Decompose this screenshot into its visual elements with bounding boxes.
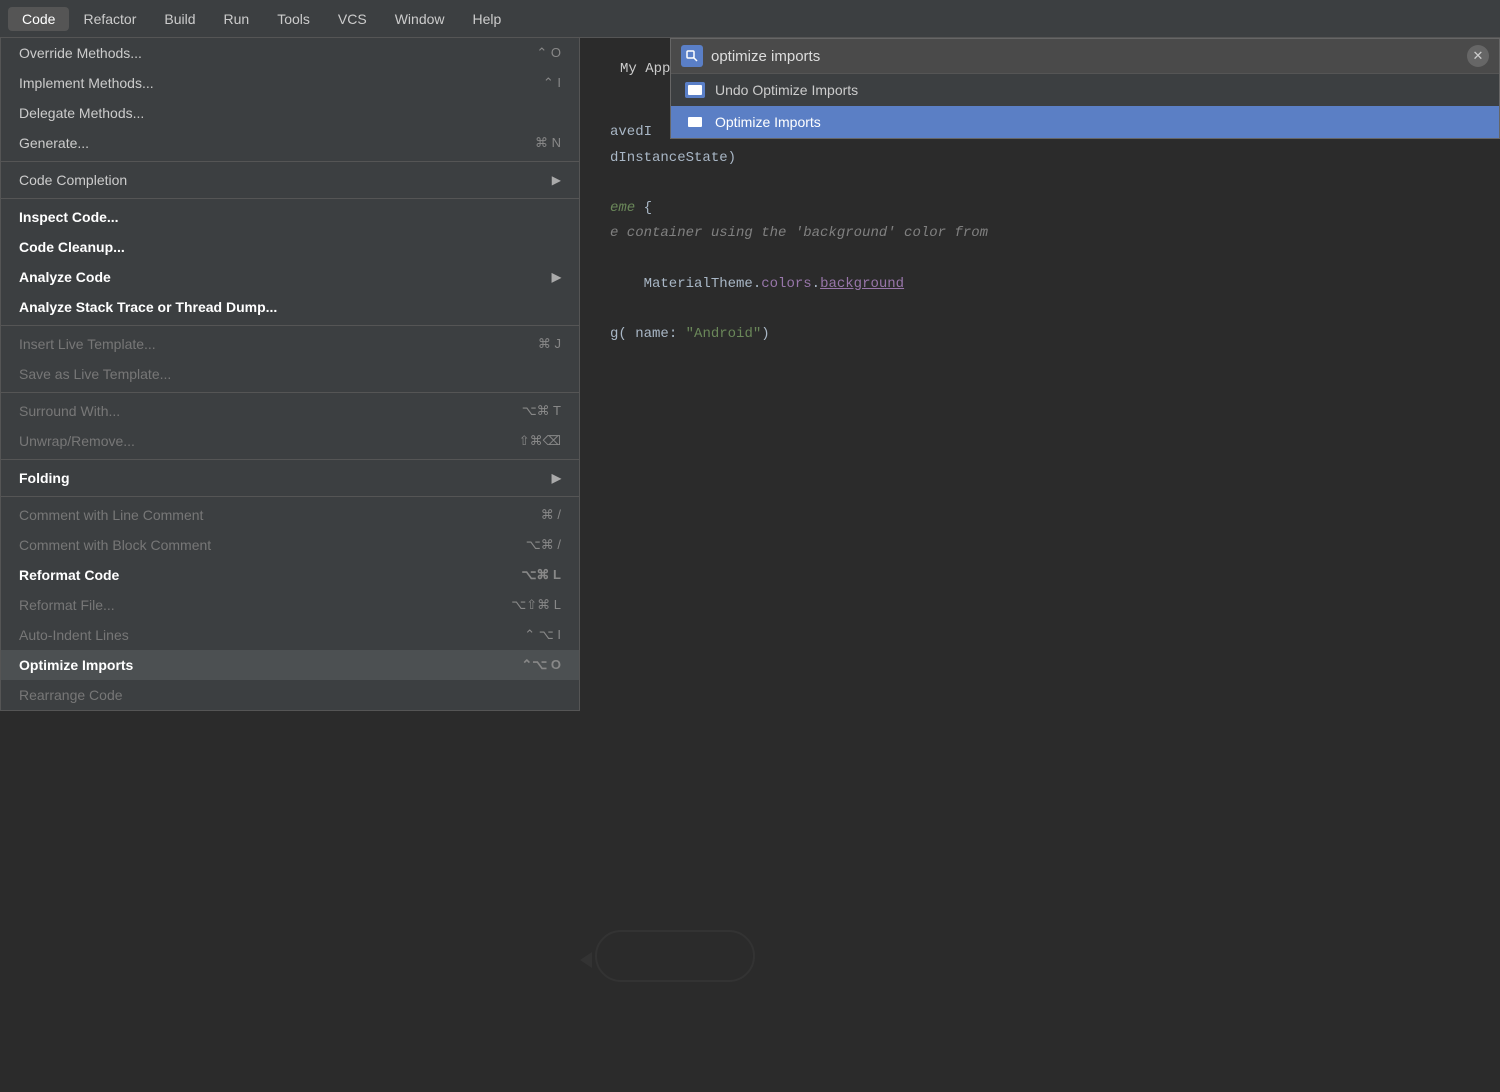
tooltip-box <box>595 930 755 982</box>
menu-save-live-template-label: Save as Live Template... <box>19 366 171 382</box>
menu-unwrap-remove-shortcut: ⇧⌘⌫ <box>519 433 561 449</box>
menu-comment-line-shortcut: ⌘ / <box>541 507 561 523</box>
search-close-button[interactable]: ✕ <box>1467 45 1489 67</box>
menu-comment-block-shortcut: ⌥⌘ / <box>526 537 561 553</box>
editor-line-4: eme { <box>610 196 1470 221</box>
search-result-undo-optimize-imports[interactable]: Undo Optimize Imports <box>671 74 1499 106</box>
editor-line-6 <box>610 246 1470 271</box>
menu-optimize-imports-label: Optimize Imports <box>19 657 133 673</box>
menu-rearrange-code-label: Rearrange Code <box>19 687 123 703</box>
search-magnifier-icon <box>686 50 698 62</box>
menubar-refactor[interactable]: Refactor <box>69 7 150 31</box>
menu-analyze-code-label: Analyze Code <box>19 269 111 285</box>
menubar-window[interactable]: Window <box>381 7 459 31</box>
result-icon-optimize-inner <box>688 117 702 127</box>
menu-analyze-stack-trace[interactable]: Analyze Stack Trace or Thread Dump... <box>1 292 579 322</box>
menu-inspect-code-label: Inspect Code... <box>19 209 119 225</box>
code-menu-dropdown: Override Methods... ⌃ O Implement Method… <box>0 38 580 711</box>
editor-line-3 <box>610 171 1470 196</box>
menu-override-methods[interactable]: Override Methods... ⌃ O <box>1 38 579 68</box>
menu-reformat-file-shortcut: ⌥⇧⌘ L <box>511 597 561 613</box>
separator-5 <box>1 459 579 460</box>
menu-optimize-imports-shortcut: ⌃⌥ O <box>521 657 561 673</box>
menu-generate-shortcut: ⌘ N <box>535 135 561 151</box>
menu-reformat-code[interactable]: Reformat Code ⌥⌘ L <box>1 560 579 590</box>
menu-generate[interactable]: Generate... ⌘ N <box>1 128 579 158</box>
menu-insert-live-template-label: Insert Live Template... <box>19 336 156 352</box>
menu-save-live-template[interactable]: Save as Live Template... <box>1 359 579 389</box>
menu-implement-methods-label: Implement Methods... <box>19 75 154 91</box>
menu-implement-methods-shortcut: ⌃ I <box>543 75 561 91</box>
folding-arrow-icon: ▶ <box>552 471 561 485</box>
menubar-help[interactable]: Help <box>459 7 516 31</box>
menu-inspect-code[interactable]: Inspect Code... <box>1 202 579 232</box>
menubar-build[interactable]: Build <box>150 7 209 31</box>
menu-auto-indent-shortcut: ⌃ ⌥ I <box>524 627 561 643</box>
menu-insert-live-template[interactable]: Insert Live Template... ⌘ J <box>1 329 579 359</box>
editor-line-7: MaterialTheme.colors.background <box>610 272 1470 297</box>
editor-code: avedI dInstanceState) eme { e container … <box>610 120 1470 347</box>
menu-override-methods-label: Override Methods... <box>19 45 142 61</box>
result-icon-undo-inner <box>688 85 702 95</box>
separator-3 <box>1 325 579 326</box>
search-prefix-icon <box>681 45 703 67</box>
menu-surround-with-label: Surround With... <box>19 403 120 419</box>
menu-comment-block-label: Comment with Block Comment <box>19 537 211 553</box>
editor-line-8 <box>610 297 1470 322</box>
menu-insert-live-template-shortcut: ⌘ J <box>538 336 561 352</box>
search-result-optimize-label: Optimize Imports <box>715 114 821 130</box>
menu-rearrange-code[interactable]: Rearrange Code <box>1 680 579 710</box>
menu-comment-line-label: Comment with Line Comment <box>19 507 203 523</box>
menu-surround-with-shortcut: ⌥⌘ T <box>522 403 561 419</box>
search-result-optimize-imports[interactable]: Optimize Imports <box>671 106 1499 138</box>
menu-auto-indent-label: Auto-Indent Lines <box>19 627 129 643</box>
menu-code-completion-label: Code Completion <box>19 172 127 188</box>
result-icon-undo <box>685 82 705 98</box>
menu-auto-indent[interactable]: Auto-Indent Lines ⌃ ⌥ I <box>1 620 579 650</box>
code-completion-arrow-icon: ▶ <box>552 173 561 187</box>
menu-analyze-stack-trace-label: Analyze Stack Trace or Thread Dump... <box>19 299 277 315</box>
menu-reformat-file-label: Reformat File... <box>19 597 115 613</box>
separator-6 <box>1 496 579 497</box>
menu-code-completion[interactable]: Code Completion ▶ <box>1 165 579 195</box>
menu-code-cleanup[interactable]: Code Cleanup... <box>1 232 579 262</box>
menu-unwrap-remove[interactable]: Unwrap/Remove... ⇧⌘⌫ <box>1 426 579 456</box>
menu-code-cleanup-label: Code Cleanup... <box>19 239 125 255</box>
separator-4 <box>1 392 579 393</box>
menubar: Code Refactor Build Run Tools VCS Window… <box>0 0 1500 38</box>
menubar-tools[interactable]: Tools <box>263 7 324 31</box>
menu-reformat-code-label: Reformat Code <box>19 567 119 583</box>
menu-surround-with[interactable]: Surround With... ⌥⌘ T <box>1 396 579 426</box>
menu-override-methods-shortcut: ⌃ O <box>536 45 561 61</box>
menu-folding[interactable]: Folding ▶ <box>1 463 579 493</box>
search-result-undo-label: Undo Optimize Imports <box>715 82 858 98</box>
menu-comment-line[interactable]: Comment with Line Comment ⌘ / <box>1 500 579 530</box>
menu-folding-label: Folding <box>19 470 70 486</box>
menu-reformat-code-shortcut: ⌥⌘ L <box>521 567 561 583</box>
menu-reformat-file[interactable]: Reformat File... ⌥⇧⌘ L <box>1 590 579 620</box>
separator-1 <box>1 161 579 162</box>
menubar-run[interactable]: Run <box>210 7 264 31</box>
result-icon-optimize <box>685 114 705 130</box>
analyze-code-arrow-icon: ▶ <box>552 270 561 284</box>
menu-generate-label: Generate... <box>19 135 89 151</box>
editor-line-9: g( name: "Android") <box>610 322 1470 347</box>
editor-line-2: dInstanceState) <box>610 146 1470 171</box>
search-input[interactable] <box>711 48 1467 65</box>
search-overlay: ✕ Undo Optimize Imports Optimize Imports <box>670 38 1500 139</box>
editor-line-5: e container using the 'background' color… <box>610 221 1470 246</box>
menu-delegate-methods-label: Delegate Methods... <box>19 105 144 121</box>
menubar-vcs[interactable]: VCS <box>324 7 381 31</box>
menu-implement-methods[interactable]: Implement Methods... ⌃ I <box>1 68 579 98</box>
search-bar: ✕ <box>671 39 1499 74</box>
menu-delegate-methods[interactable]: Delegate Methods... <box>1 98 579 128</box>
menu-comment-block[interactable]: Comment with Block Comment ⌥⌘ / <box>1 530 579 560</box>
tooltip-arrow-icon <box>580 952 592 968</box>
menu-unwrap-remove-label: Unwrap/Remove... <box>19 433 135 449</box>
separator-2 <box>1 198 579 199</box>
menubar-code[interactable]: Code <box>8 7 69 31</box>
menu-analyze-code[interactable]: Analyze Code ▶ <box>1 262 579 292</box>
menu-optimize-imports[interactable]: Optimize Imports ⌃⌥ O <box>1 650 579 680</box>
